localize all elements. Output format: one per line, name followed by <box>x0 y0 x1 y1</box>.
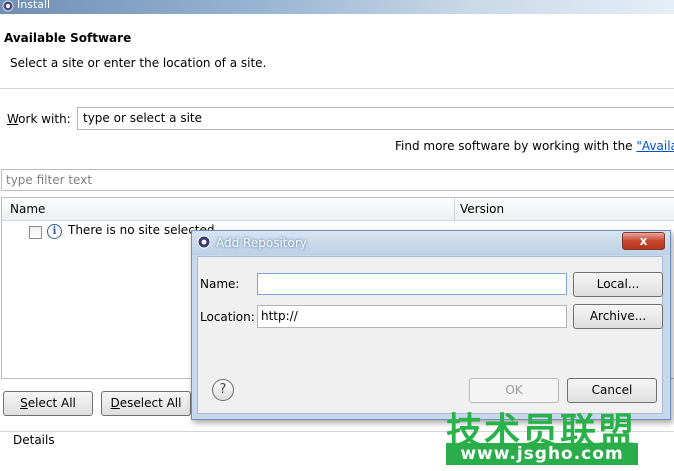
column-divider[interactable] <box>454 198 455 220</box>
column-header-name[interactable]: Name <box>10 202 45 216</box>
deselect-all-button[interactable]: Deselect All <box>101 391 191 416</box>
work-with-label: Work with: <box>7 112 71 126</box>
archive-button[interactable]: Archive... <box>573 304 663 329</box>
dialog-gear-icon <box>197 235 211 249</box>
table-header: Name Version <box>2 198 674 221</box>
available-sites-link[interactable]: "Availab <box>636 139 674 153</box>
local-button[interactable]: Local... <box>573 272 663 297</box>
page-description: Select a site or enter the location of a… <box>10 56 267 70</box>
info-icon: i <box>47 224 62 239</box>
window-title: Install <box>17 0 51 11</box>
location-label: Location: <box>200 310 255 324</box>
add-repository-dialog: Add Repository x Name: Local... Location… <box>191 230 671 420</box>
dialog-body: Name: Local... Location: http:// Archive… <box>197 256 663 414</box>
name-label: Name: <box>200 277 240 291</box>
watermark-url: www.jsgho.com <box>446 443 638 465</box>
ok-button[interactable]: OK <box>469 378 559 403</box>
dialog-titlebar[interactable]: Add Repository x <box>192 231 670 255</box>
select-all-button[interactable]: Select All <box>3 391 93 416</box>
work-with-combo[interactable]: type or select a site <box>77 107 674 130</box>
app-gear-icon <box>2 0 14 12</box>
banner-divider <box>0 88 674 89</box>
window-titlebar: Install <box>0 0 674 14</box>
help-icon[interactable]: ? <box>212 379 234 401</box>
column-header-version[interactable]: Version <box>460 202 504 216</box>
details-label: Details <box>11 433 57 447</box>
location-input[interactable]: http:// <box>257 305 567 328</box>
find-more-text: Find more software by working with the "… <box>395 139 674 153</box>
dialog-title: Add Repository <box>216 236 307 250</box>
row-checkbox[interactable] <box>29 226 42 239</box>
page-title: Available Software <box>4 31 132 45</box>
filter-input[interactable]: type filter text <box>1 169 674 191</box>
close-icon[interactable]: x <box>622 232 665 250</box>
cancel-button[interactable]: Cancel <box>567 378 657 403</box>
name-input[interactable] <box>257 273 567 295</box>
